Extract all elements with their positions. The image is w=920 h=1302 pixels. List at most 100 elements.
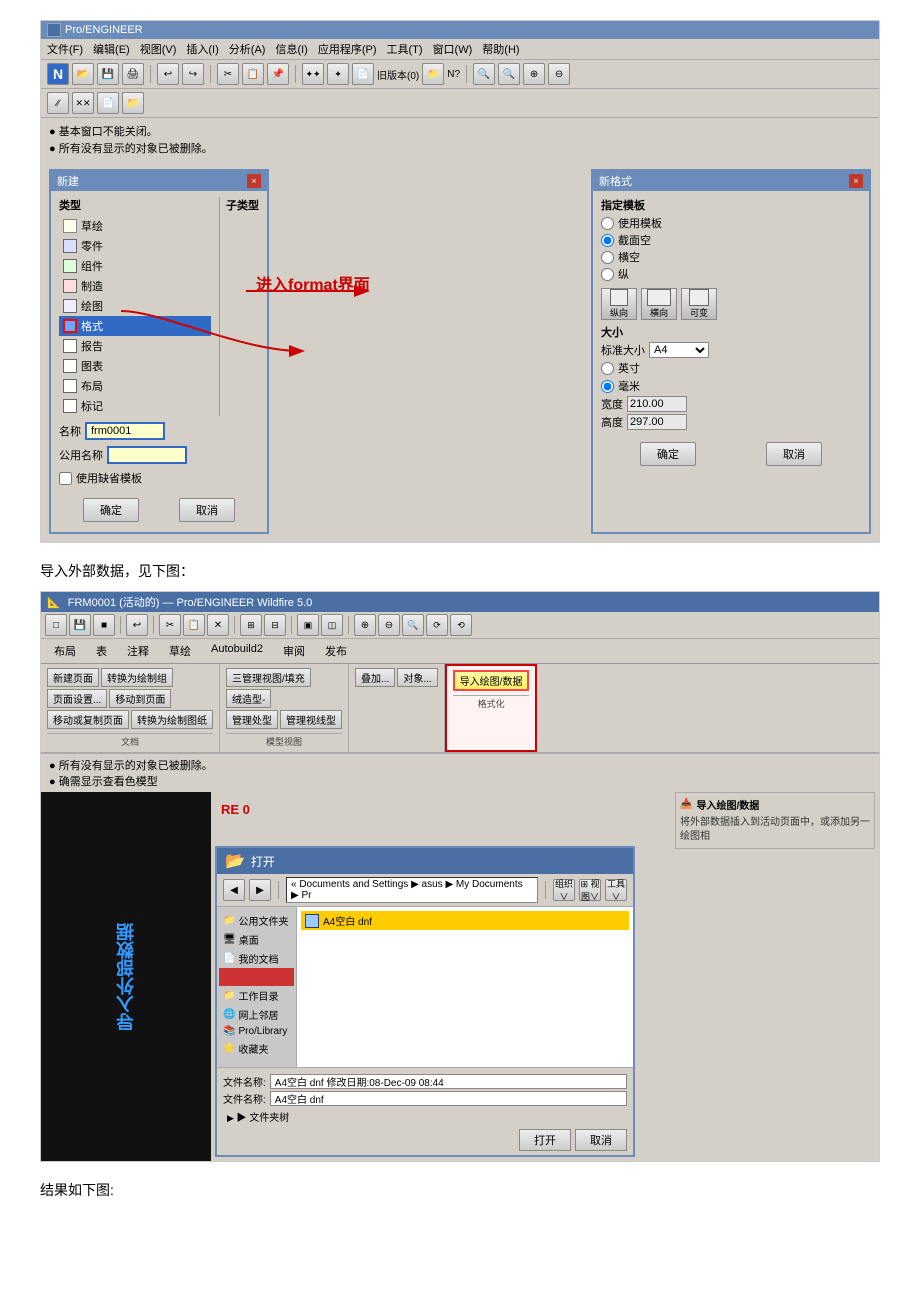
sidebar-desktop[interactable]: 🖥 桌面	[219, 930, 294, 949]
inch-radio[interactable]	[601, 362, 614, 375]
nav-back-btn[interactable]: ◀	[223, 879, 245, 901]
t2-zoom2[interactable]: ⊖	[378, 614, 400, 636]
tools-btn[interactable]: 工具∨	[605, 879, 627, 901]
type-format[interactable]: 格式	[59, 316, 211, 336]
t2-save[interactable]: 💾	[69, 614, 91, 636]
sidebar-work-dir[interactable]: 📁 工作目录	[219, 986, 294, 1005]
rib-copy-page[interactable]: 移动或复制页面	[47, 710, 129, 729]
tb2-2[interactable]: ✕✕	[72, 92, 94, 114]
sidebar-favorites[interactable]: ⭐ 收藏夹	[219, 1039, 294, 1058]
t2-zoom1[interactable]: ⊕	[354, 614, 376, 636]
menu-info[interactable]: 信息(I)	[275, 41, 307, 57]
rib-page-setup[interactable]: 页面设置...	[47, 689, 107, 708]
rib-manage-views[interactable]: 三管理视图/填充	[226, 668, 311, 687]
menu-window[interactable]: 窗口(W)	[433, 41, 473, 57]
t2-save2[interactable]: ■	[93, 614, 115, 636]
rib-overlay[interactable]: 叠加...	[355, 668, 395, 687]
type-assembly[interactable]: 组件	[59, 256, 211, 276]
tb-extra1[interactable]: ✦✦	[302, 63, 324, 85]
type-drawing[interactable]: 绘图	[59, 296, 211, 316]
save-btn[interactable]: 💾	[97, 63, 119, 85]
menu-tools[interactable]: 工具(T)	[387, 41, 423, 57]
undo-btn[interactable]: ↩	[157, 63, 179, 85]
rib-move-page[interactable]: 移动到页面	[109, 689, 171, 708]
fmt-radio-portrait[interactable]	[601, 268, 614, 281]
tb-zoom4[interactable]: ⊖	[548, 63, 570, 85]
view-btn2[interactable]: ⊞ 视图∨	[579, 879, 601, 901]
tab-autobuild[interactable]: Autobuild2	[202, 641, 272, 661]
tb2-3[interactable]: 📄	[97, 92, 119, 114]
common-name-input[interactable]	[107, 446, 187, 464]
fmt-icon-variable[interactable]: 可变	[681, 288, 717, 320]
tab-annotation[interactable]: 注释	[118, 641, 158, 661]
type-mfg[interactable]: 制造	[59, 276, 211, 296]
new-dialog-close[interactable]: ×	[247, 174, 261, 188]
sidebar-network[interactable]: 🌐 网上邻居	[219, 1005, 294, 1024]
footer-filename-input[interactable]	[270, 1074, 627, 1089]
use-template-checkbox[interactable]	[59, 472, 72, 485]
t2-zoom3[interactable]: 🔍	[402, 614, 424, 636]
tab-publish[interactable]: 发布	[316, 641, 356, 661]
tb2-folder[interactable]: 📁	[122, 92, 144, 114]
sidebar-public-folders[interactable]: 📁 公用文件夹	[219, 911, 294, 930]
menu-edit[interactable]: 编辑(E)	[93, 41, 130, 57]
tab-table[interactable]: 表	[87, 641, 116, 661]
format-dialog-confirm[interactable]: 确定	[640, 442, 696, 466]
new-dialog-confirm[interactable]: 确定	[83, 498, 139, 522]
t2-cut[interactable]: ✂	[159, 614, 181, 636]
rib-line-type[interactable]: 绒造型-	[226, 689, 271, 708]
type-diagram[interactable]: 图表	[59, 356, 211, 376]
rib-convert1[interactable]: 转换为绘制组	[101, 668, 173, 687]
fmt-radio-template[interactable]	[601, 217, 614, 230]
tb-file[interactable]: 📄	[352, 63, 374, 85]
type-markup[interactable]: 标记	[59, 396, 211, 416]
paste-btn[interactable]: 📌	[267, 63, 289, 85]
rib-line-type3[interactable]: 管理视线型	[280, 710, 342, 729]
tb2-1[interactable]: ∕∕	[47, 92, 69, 114]
mm-radio[interactable]	[601, 380, 614, 393]
name-input[interactable]	[85, 422, 165, 440]
open-cancel-btn[interactable]: 取消	[575, 1129, 627, 1151]
t2-x[interactable]: ✕	[207, 614, 229, 636]
type-sketch[interactable]: 草绘	[59, 216, 211, 236]
open-btn[interactable]: 📂	[72, 63, 94, 85]
fmt-radio-empty[interactable]	[601, 234, 614, 247]
menu-file[interactable]: 文件(F)	[47, 41, 83, 57]
t2-extra2[interactable]: ⊟	[264, 614, 286, 636]
t2-view2[interactable]: ◫	[321, 614, 343, 636]
sidebar-my-docs[interactable]: 📄 我的文档	[219, 949, 294, 968]
file-item-a4[interactable]: A4空白 dnf	[301, 911, 629, 930]
type-layout[interactable]: 布局	[59, 376, 211, 396]
t2-extra4[interactable]: ⟲	[450, 614, 472, 636]
rib-import-drawing[interactable]: 导入绘图/数据	[453, 670, 530, 691]
tab-review[interactable]: 审阅	[274, 641, 314, 661]
new-dialog-cancel[interactable]: 取消	[179, 498, 235, 522]
t2-new[interactable]: □	[45, 614, 67, 636]
tb-zoom3[interactable]: ⊕	[523, 63, 545, 85]
type-report[interactable]: 报告	[59, 336, 211, 356]
tree-item[interactable]: ▶ 文件夹树	[223, 1108, 627, 1125]
fmt-icon-landscape[interactable]: 横向	[641, 288, 677, 320]
nav-forward-btn[interactable]: ▶	[249, 879, 271, 901]
width-input[interactable]	[627, 396, 687, 412]
format-dialog-cancel[interactable]: 取消	[766, 442, 822, 466]
menu-insert[interactable]: 插入(I)	[186, 41, 218, 57]
t2-undo[interactable]: ↩	[126, 614, 148, 636]
t2-extra3[interactable]: ⟳	[426, 614, 448, 636]
fmt-radio-landscape[interactable]	[601, 251, 614, 264]
type-part[interactable]: 零件	[59, 236, 211, 256]
tb-folder[interactable]: 📁	[422, 63, 444, 85]
rib-new-page[interactable]: 新建页面	[47, 668, 99, 687]
tb-zoom1[interactable]: 🔍	[473, 63, 495, 85]
tab-sketch[interactable]: 草绘	[160, 641, 200, 661]
t2-extra1[interactable]: ⊞	[240, 614, 262, 636]
rib-convert2[interactable]: 转换为绘制图纸	[131, 710, 213, 729]
tb-zoom2[interactable]: 🔍	[498, 63, 520, 85]
format-dialog-close[interactable]: ×	[849, 174, 863, 188]
menu-analysis[interactable]: 分析(A)	[229, 41, 266, 57]
view-btn[interactable]: 组织∨	[553, 879, 575, 901]
open-confirm-btn[interactable]: 打开	[519, 1129, 571, 1151]
tab-layout[interactable]: 布局	[45, 641, 85, 661]
std-size-select[interactable]: A4 A3 A2 A1 A0	[649, 342, 709, 358]
menu-view[interactable]: 视图(V)	[140, 41, 177, 57]
